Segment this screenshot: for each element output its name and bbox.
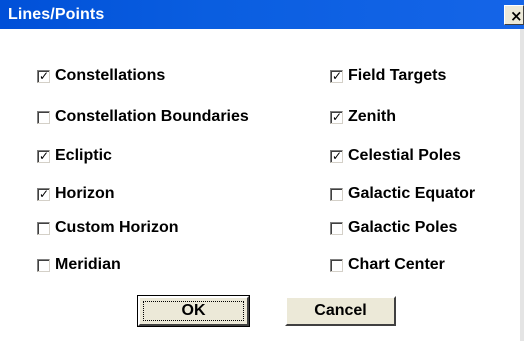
checkbox-galactic-equator[interactable]: Galactic Equator	[330, 184, 475, 204]
checkbox-label: Custom Horizon	[55, 219, 179, 236]
cancel-button[interactable]: Cancel	[285, 296, 396, 326]
dialog-title: Lines/Points	[8, 6, 105, 23]
checkbox-label: Zenith	[348, 108, 396, 125]
checkbox-custom-horizon[interactable]: Custom Horizon	[37, 218, 179, 238]
checkbox-label: Galactic Poles	[348, 219, 458, 236]
checkbox-label: Constellations	[55, 67, 166, 84]
checkbox-box[interactable]	[330, 221, 343, 235]
checkmark-icon: ✓	[39, 148, 50, 163]
checkbox-label: Celestial Poles	[348, 147, 461, 164]
checkbox-box[interactable]: ✓	[37, 148, 50, 163]
ok-button[interactable]: OK	[137, 295, 250, 327]
checkbox-horizon[interactable]: ✓ Horizon	[37, 184, 115, 204]
checkbox-chart-center[interactable]: Chart Center	[330, 255, 445, 275]
checkbox-zenith[interactable]: ✓ Zenith	[330, 107, 396, 127]
checkmark-icon: ✓	[332, 148, 343, 163]
checkbox-box[interactable]	[37, 221, 50, 235]
checkbox-label: Meridian	[55, 256, 121, 273]
checkbox-celestial-poles[interactable]: ✓ Celestial Poles	[330, 146, 461, 166]
checkbox-constellations[interactable]: ✓ Constellations	[37, 66, 165, 86]
checkmark-icon: ✓	[332, 109, 343, 124]
cancel-button-label: Cancel	[314, 302, 367, 319]
checkbox-box[interactable]	[37, 258, 50, 272]
focus-rectangle	[143, 301, 244, 321]
checkbox-galactic-poles[interactable]: Galactic Poles	[330, 218, 457, 238]
checkbox-label: Chart Center	[348, 256, 445, 273]
checkbox-box[interactable]	[330, 258, 343, 272]
checkbox-box[interactable]	[37, 110, 50, 124]
window-edge	[520, 29, 524, 341]
checkbox-meridian[interactable]: Meridian	[37, 255, 121, 275]
checkmark-icon: ✓	[39, 186, 50, 201]
checkmark-icon: ✓	[332, 68, 343, 83]
checkbox-label: Horizon	[55, 185, 115, 202]
checkbox-label: Galactic Equator	[348, 185, 476, 202]
checkbox-label: Constellation Boundaries	[55, 108, 249, 125]
checkbox-field-targets[interactable]: ✓ Field Targets	[330, 66, 446, 86]
close-icon: ×	[510, 7, 523, 25]
checkbox-constellation-boundaries[interactable]: Constellation Boundaries	[37, 107, 249, 127]
checkbox-label: Ecliptic	[55, 147, 112, 164]
checkbox-box[interactable]: ✓	[330, 68, 343, 83]
checkbox-box[interactable]	[330, 187, 343, 201]
title-bar[interactable]: Lines/Points ×	[0, 0, 524, 29]
checkbox-box[interactable]: ✓	[330, 109, 343, 124]
checkbox-box[interactable]: ✓	[37, 186, 50, 201]
checkbox-ecliptic[interactable]: ✓ Ecliptic	[37, 146, 112, 166]
checkmark-icon: ✓	[39, 68, 50, 83]
lines-points-dialog: Lines/Points × ✓ Constellations Constell…	[0, 0, 524, 341]
close-button[interactable]: ×	[504, 5, 524, 25]
checkbox-label: Field Targets	[348, 67, 447, 84]
checkbox-box[interactable]: ✓	[37, 68, 50, 83]
checkbox-box[interactable]: ✓	[330, 148, 343, 163]
